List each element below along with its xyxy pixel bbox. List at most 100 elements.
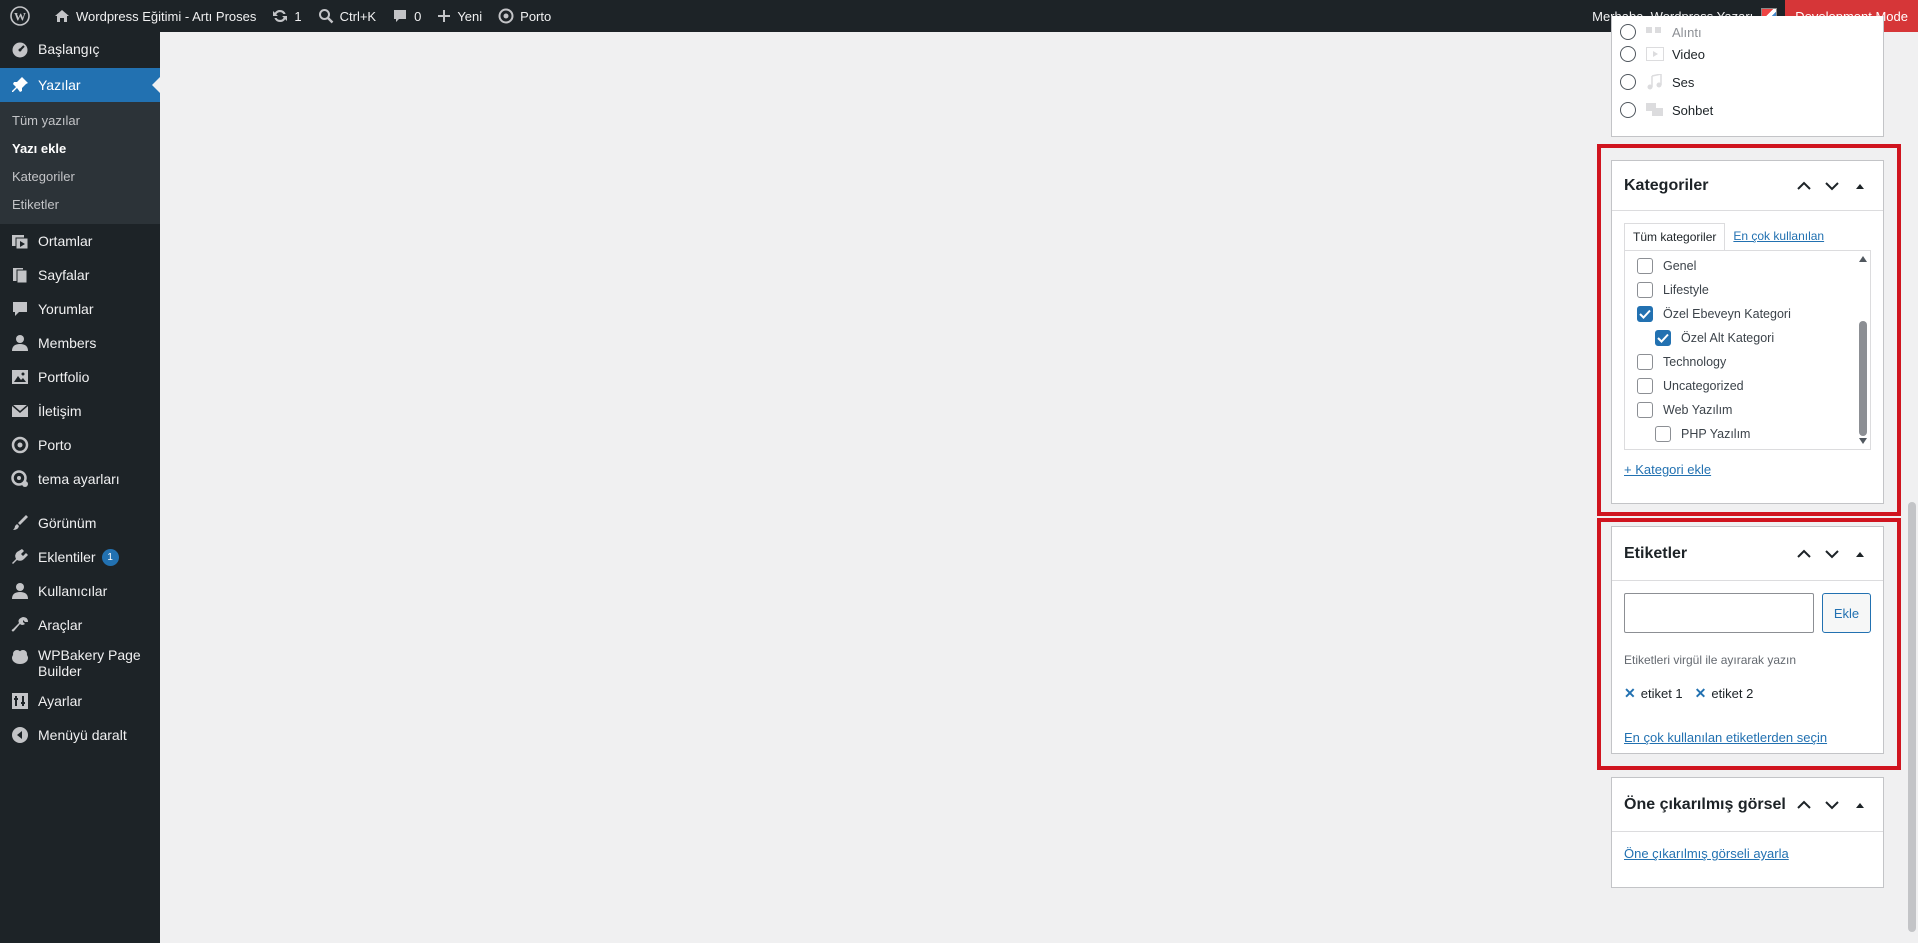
- menu-tools[interactable]: Araçlar: [0, 608, 160, 642]
- submenu-tags[interactable]: Etiketler: [0, 190, 160, 218]
- toggle-panel-icon[interactable]: [1849, 543, 1871, 565]
- list-item[interactable]: Özel Ebeveyn Kategori: [1625, 302, 1870, 326]
- site-name-link[interactable]: Wordpress Eğitimi - Artı Proses: [46, 0, 264, 32]
- list-item[interactable]: PHP Yazılım: [1625, 422, 1870, 446]
- menu-contact[interactable]: İletişim: [0, 394, 160, 428]
- menu-pages[interactable]: Sayfalar: [0, 258, 160, 292]
- list-item[interactable]: Web Yazılım: [1625, 398, 1870, 422]
- wordpress-logo-icon[interactable]: W: [0, 0, 46, 32]
- menu-members[interactable]: Members: [0, 326, 160, 360]
- search-shortcut-link[interactable]: Ctrl+K: [310, 0, 384, 32]
- comments-icon: [10, 299, 30, 319]
- menu-portfolio[interactable]: Portfolio: [0, 360, 160, 394]
- move-down-icon[interactable]: [1821, 175, 1843, 197]
- menu-plugins[interactable]: Eklentiler 1: [0, 540, 160, 574]
- category-checkbox-checked[interactable]: [1655, 330, 1671, 346]
- submenu-add-post[interactable]: Yazı ekle: [0, 134, 160, 162]
- format-option-audio[interactable]: Ses: [1612, 68, 1883, 96]
- scroll-up-arrow-icon[interactable]: [1859, 256, 1867, 262]
- new-content-link[interactable]: Yeni: [429, 0, 490, 32]
- menu-label: Başlangıç: [38, 41, 100, 57]
- move-down-icon[interactable]: [1821, 794, 1843, 816]
- format-radio[interactable]: [1620, 46, 1636, 62]
- comments-link[interactable]: 0: [384, 0, 429, 32]
- category-checkbox[interactable]: [1637, 258, 1653, 274]
- tags-title: Etiketler: [1624, 544, 1688, 562]
- format-option-video[interactable]: Video: [1612, 40, 1883, 68]
- menu-comments[interactable]: Yorumlar: [0, 292, 160, 326]
- tag-label: etiket 1: [1640, 686, 1683, 701]
- add-tag-button[interactable]: Ekle: [1822, 593, 1871, 633]
- category-checkbox-checked[interactable]: [1637, 306, 1653, 322]
- format-radio[interactable]: [1620, 24, 1636, 40]
- add-category-link[interactable]: + Kategori ekle: [1624, 462, 1711, 477]
- category-checkbox[interactable]: [1637, 354, 1653, 370]
- porto-label: Porto: [520, 8, 552, 24]
- format-option-chat[interactable]: Sohbet: [1612, 96, 1883, 124]
- category-checkbox[interactable]: [1637, 282, 1653, 298]
- move-down-icon[interactable]: [1821, 543, 1843, 565]
- menu-label: WPBakery Page Builder: [38, 647, 141, 679]
- submenu-categories[interactable]: Kategoriler: [0, 162, 160, 190]
- menu-porto[interactable]: Porto: [0, 428, 160, 462]
- members-icon: [10, 333, 30, 353]
- page-scrollbar[interactable]: [1906, 32, 1918, 943]
- list-item[interactable]: Lifestyle: [1625, 278, 1870, 302]
- search-shortcut: Ctrl+K: [339, 8, 377, 24]
- list-item[interactable]: Genel: [1625, 254, 1870, 278]
- new-tag-input[interactable]: [1624, 593, 1814, 633]
- set-featured-image-link[interactable]: Öne çıkarılmış görseli ayarla: [1624, 846, 1789, 861]
- scroll-thumb[interactable]: [1859, 321, 1867, 436]
- tab-all-categories[interactable]: Tüm kategoriler: [1624, 223, 1726, 251]
- menu-label: Eklentiler: [38, 549, 96, 565]
- list-item[interactable]: Technology: [1625, 350, 1870, 374]
- format-radio[interactable]: [1620, 74, 1636, 90]
- menu-appearance[interactable]: Görünüm: [0, 506, 160, 540]
- menu-label: Görünüm: [38, 515, 97, 531]
- toggle-panel-icon[interactable]: [1849, 794, 1871, 816]
- plus-icon: [438, 10, 451, 22]
- menu-label: Kullanıcılar: [38, 583, 108, 599]
- remove-tag-icon[interactable]: ✕: [1624, 685, 1636, 702]
- move-up-icon[interactable]: [1793, 175, 1815, 197]
- remove-tag-icon[interactable]: ✕: [1695, 685, 1707, 702]
- submenu-all-posts[interactable]: Tüm yazılar: [0, 106, 160, 134]
- porto-link[interactable]: Porto: [490, 0, 559, 32]
- menu-media[interactable]: Ortamlar: [0, 224, 160, 258]
- menu-wpbakery[interactable]: WPBakery Page Builder: [0, 642, 160, 684]
- category-label: Web Yazılım: [1663, 403, 1733, 417]
- format-radio[interactable]: [1620, 102, 1636, 118]
- tab-most-used[interactable]: En çok kullanılan: [1725, 222, 1832, 250]
- tags-panel-header[interactable]: Etiketler: [1612, 527, 1883, 581]
- tools-icon: [10, 615, 30, 635]
- category-checkbox[interactable]: [1637, 402, 1653, 418]
- move-up-icon[interactable]: [1793, 794, 1815, 816]
- page-scroll-thumb[interactable]: [1908, 502, 1916, 932]
- category-checkbox[interactable]: [1655, 426, 1671, 442]
- menu-collapse[interactable]: Menüyü daralt: [0, 718, 160, 752]
- toggle-panel-icon[interactable]: [1849, 175, 1871, 197]
- category-tabs: Tüm kategoriler En çok kullanılan: [1624, 221, 1871, 251]
- category-checkbox[interactable]: [1637, 378, 1653, 394]
- list-item[interactable]: Uncategorized: [1625, 374, 1870, 398]
- menu-settings[interactable]: Ayarlar: [0, 684, 160, 718]
- updates-link[interactable]: 1: [264, 0, 309, 32]
- list-item[interactable]: Özel Alt Kategori: [1625, 326, 1870, 350]
- format-label: Ses: [1672, 74, 1695, 90]
- new-label: Yeni: [457, 8, 483, 24]
- menu-posts[interactable]: Yazılar: [0, 68, 160, 102]
- categories-panel-header[interactable]: Kategoriler: [1612, 161, 1883, 211]
- category-label: Özel Ebeveyn Kategori: [1663, 307, 1791, 321]
- format-option-quote[interactable]: Alıntı: [1612, 16, 1883, 40]
- category-checklist[interactable]: Genel Lifestyle Özel Ebeveyn Kategori Öz…: [1624, 250, 1871, 450]
- choose-popular-tags-link[interactable]: En çok kullanılan etiketlerden seçin: [1624, 730, 1827, 745]
- tag-item: ✕ etiket 1: [1624, 685, 1683, 702]
- menu-dashboard[interactable]: Başlangıç: [0, 32, 160, 66]
- move-up-icon[interactable]: [1793, 543, 1815, 565]
- featured-image-panel-header[interactable]: Öne çıkarılmış görsel: [1612, 778, 1883, 832]
- menu-users[interactable]: Kullanıcılar: [0, 574, 160, 608]
- menu-theme-settings[interactable]: tema ayarları: [0, 462, 160, 496]
- category-list-scrollbar[interactable]: [1856, 251, 1870, 449]
- menu-label: Portfolio: [38, 369, 90, 385]
- scroll-down-arrow-icon[interactable]: [1859, 438, 1867, 444]
